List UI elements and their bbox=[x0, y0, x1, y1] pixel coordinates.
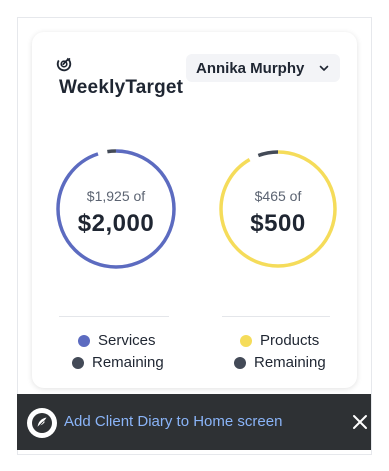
products-divider bbox=[222, 316, 330, 317]
legend-products-remaining-label: Remaining bbox=[254, 354, 326, 371]
feather-icon bbox=[32, 413, 52, 433]
add-to-home-screen-link[interactable]: Add Client Diary to Home screen bbox=[64, 413, 282, 430]
products-current-amount: $465 of bbox=[254, 188, 302, 204]
chevron-down-icon bbox=[319, 65, 329, 71]
services-current-amount: $1,925 of bbox=[86, 188, 146, 204]
app-title: WeeklyTarget bbox=[59, 77, 184, 98]
install-banner: Add Client Diary to Home screen bbox=[17, 394, 371, 450]
remaining-color-dot bbox=[72, 356, 84, 369]
target-check-icon bbox=[56, 56, 72, 72]
legend-products-label: Products bbox=[260, 332, 320, 349]
user-select-value: Annika Murphy bbox=[196, 59, 305, 77]
client-diary-app-icon bbox=[27, 408, 57, 438]
user-select-dropdown[interactable]: Annika Murphy bbox=[186, 54, 340, 82]
services-target-amount: $2,000 bbox=[77, 210, 155, 237]
legend-services: Services bbox=[78, 332, 156, 349]
legend-products-remaining: Remaining bbox=[234, 354, 326, 371]
products-color-dot bbox=[240, 334, 252, 347]
remaining-color-dot bbox=[234, 356, 246, 369]
services-color-dot bbox=[78, 334, 90, 347]
legend-products: Products bbox=[240, 332, 319, 349]
services-divider bbox=[59, 316, 169, 317]
close-icon[interactable] bbox=[351, 413, 369, 431]
legend-services-remaining: Remaining bbox=[72, 354, 164, 371]
legend-services-label: Services bbox=[98, 332, 156, 349]
legend-services-remaining-label: Remaining bbox=[92, 354, 164, 371]
products-target-amount: $500 bbox=[250, 210, 306, 237]
